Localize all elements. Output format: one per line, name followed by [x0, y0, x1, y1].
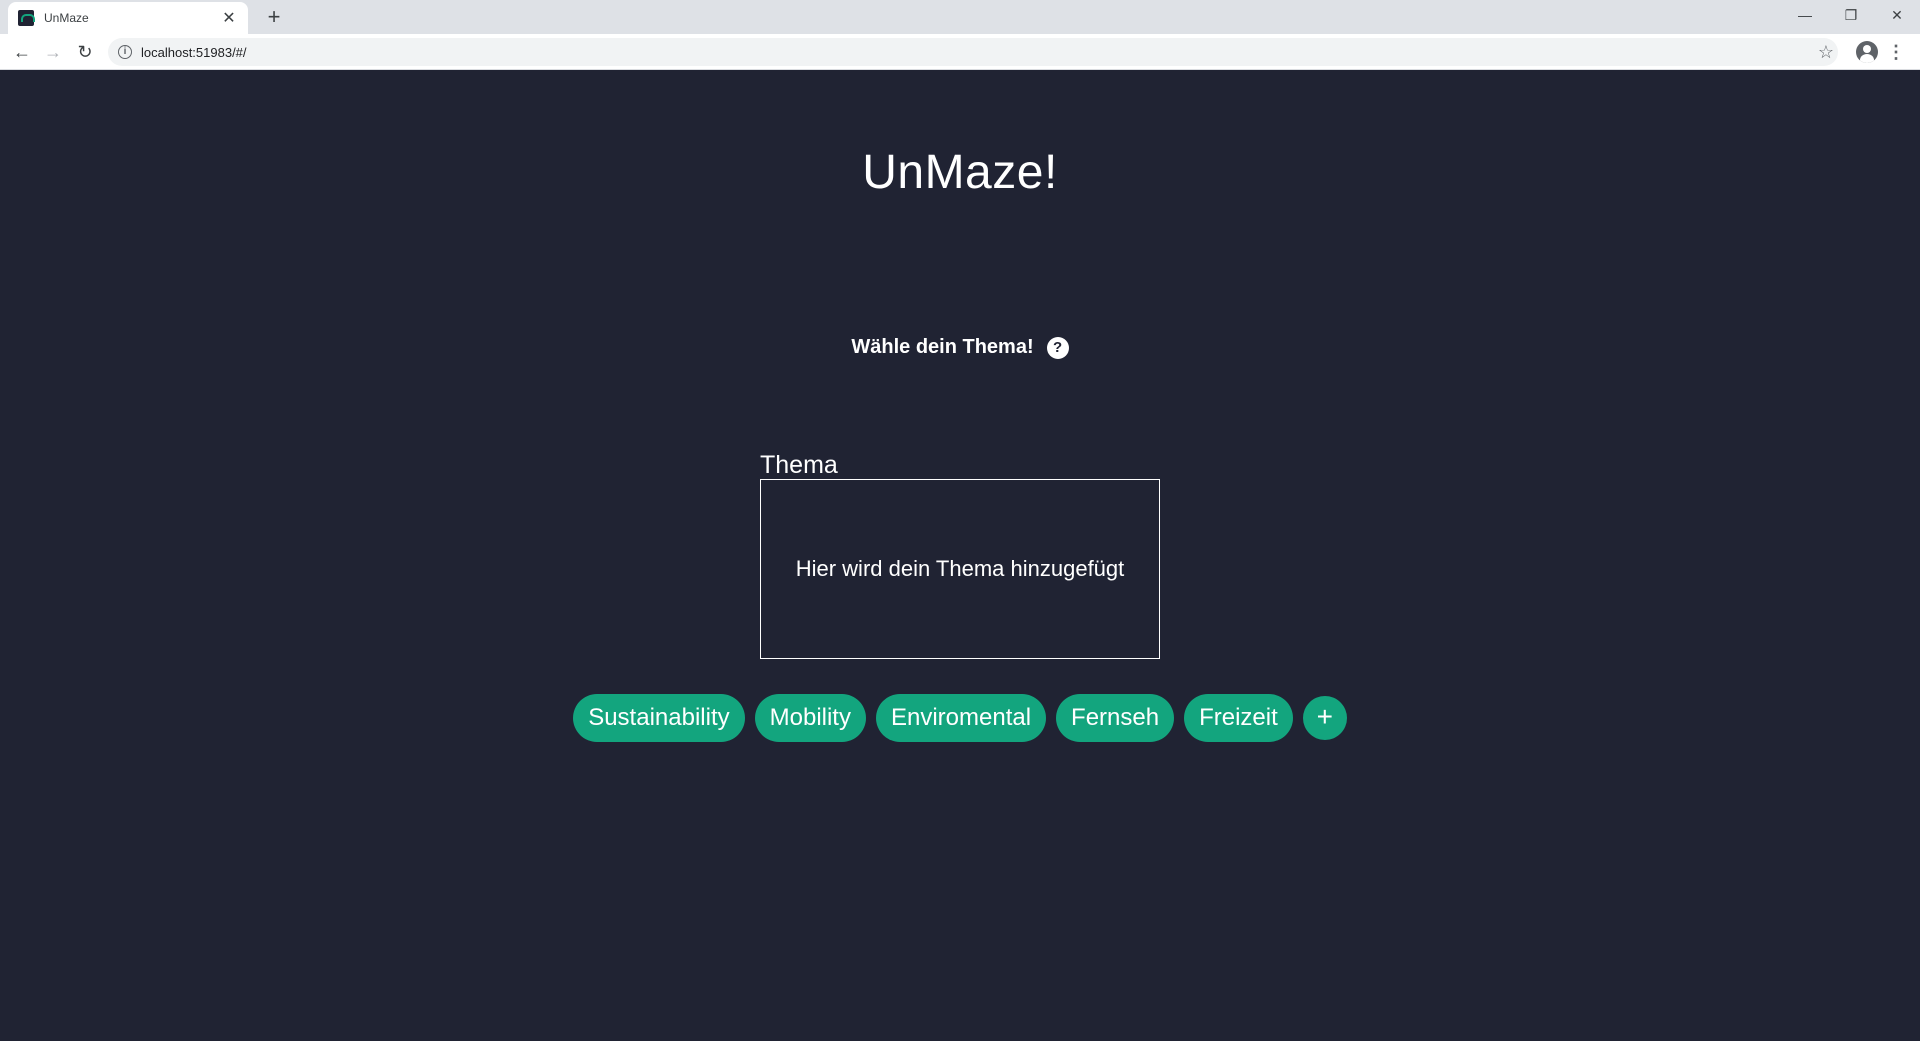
topic-chip-freizeit[interactable]: Freizeit — [1184, 694, 1293, 742]
topic-chip-list: Sustainability Mobility Enviromental Fer… — [0, 694, 1920, 742]
window-minimize-button[interactable]: — — [1782, 0, 1828, 30]
browser-menu-icon[interactable]: ⋮ — [1886, 38, 1906, 66]
address-bar[interactable]: i localhost:51983/#/ — [108, 38, 1838, 66]
app-favicon-icon — [18, 10, 35, 26]
topic-placeholder: Hier wird dein Thema hinzugefügt — [795, 556, 1125, 581]
topic-chip-enviromental[interactable]: Enviromental — [875, 694, 1047, 742]
topic-chip-fernseh[interactable]: Fernseh — [1056, 694, 1175, 742]
browser-toolbar: ← → ↻ i localhost:51983/#/ ☆ ⋮ — [0, 34, 1920, 70]
tab-close-icon[interactable]: ✕ — [220, 8, 238, 28]
browser-tab[interactable]: UnMaze ✕ — [8, 2, 248, 34]
add-topic-button[interactable]: + — [1302, 696, 1347, 740]
tab-title: UnMaze — [44, 11, 89, 25]
bookmark-star-icon[interactable]: ☆ — [1812, 38, 1840, 66]
topic-chip-mobility[interactable]: Mobility — [754, 694, 866, 742]
topic-drop-zone[interactable]: Hier wird dein Thema hinzugefügt — [760, 479, 1160, 659]
app-title: UnMaze! — [862, 146, 1058, 199]
browser-tab-bar: UnMaze ✕ + — ❐ ✕ — [0, 0, 1920, 34]
topic-prompt: Wähle dein Thema! ? — [0, 336, 1920, 359]
back-arrow-icon[interactable]: ← — [8, 38, 36, 66]
url-text: localhost:51983/#/ — [141, 44, 247, 60]
topic-chip-sustainability[interactable]: Sustainability — [573, 694, 745, 742]
reload-icon[interactable]: ↻ — [71, 38, 99, 66]
new-tab-button[interactable]: + — [260, 4, 288, 32]
forward-arrow-icon[interactable]: → — [39, 38, 67, 66]
window-restore-button[interactable]: ❐ — [1828, 0, 1874, 30]
profile-avatar-icon[interactable] — [1856, 41, 1878, 63]
topic-label: Thema — [760, 451, 838, 479]
site-info-icon[interactable]: i — [118, 45, 132, 59]
help-icon[interactable]: ? — [1046, 336, 1069, 359]
window-close-button[interactable]: ✕ — [1874, 0, 1920, 30]
prompt-text: Wähle dein Thema! — [851, 336, 1034, 358]
